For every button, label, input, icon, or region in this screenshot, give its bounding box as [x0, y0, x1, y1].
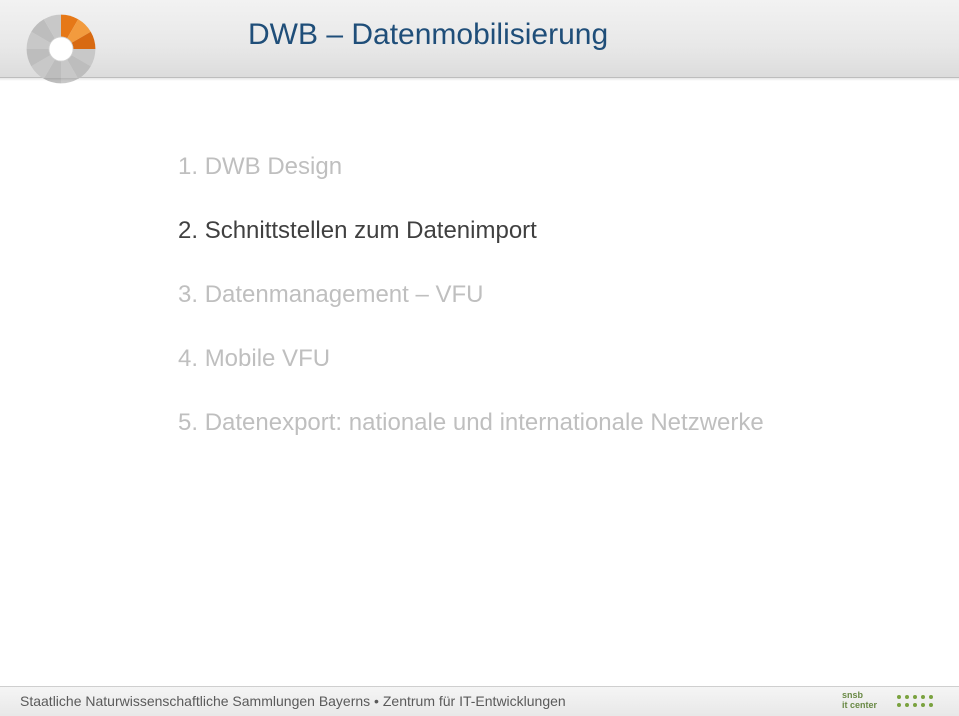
- list-item: 4. Mobile VFU: [178, 344, 838, 374]
- list-item-text: Schnittstellen zum Datenimport: [205, 217, 537, 244]
- list-item-text: DWB Design: [205, 153, 342, 180]
- list-item: 5. Datenexport: nationale und internatio…: [178, 408, 838, 438]
- footer-band: Staatliche Naturwissenschaftliche Sammlu…: [0, 686, 959, 716]
- list-item-number: 5.: [178, 409, 198, 436]
- footer-text: Staatliche Naturwissenschaftliche Sammlu…: [20, 693, 566, 709]
- footer-logo-line1: snsb: [842, 690, 863, 700]
- list-item-text: Mobile VFU: [205, 345, 330, 372]
- list-item-text: Datenexport: nationale und international…: [205, 409, 764, 436]
- footer-logo-line2: it center: [842, 700, 877, 710]
- footer-logo-text: snsb it center: [842, 691, 877, 711]
- list-item-number: 3.: [178, 281, 198, 308]
- slide-title: DWB – Datenmobilisierung: [248, 18, 608, 52]
- list-item-number: 4.: [178, 345, 198, 372]
- sunburst-logo-icon: [18, 6, 104, 92]
- list-item: 2. Schnittstellen zum Datenimport: [178, 216, 838, 246]
- list-item: 3. Datenmanagement – VFU: [178, 280, 838, 310]
- list-item-number: 2.: [178, 217, 198, 244]
- content-list: 1. DWB Design 2. Schnittstellen zum Date…: [178, 152, 838, 472]
- list-item: 1. DWB Design: [178, 152, 838, 182]
- header-band: DWB – Datenmobilisierung: [0, 0, 959, 78]
- list-item-number: 1.: [178, 153, 198, 180]
- list-item-text: Datenmanagement – VFU: [205, 281, 484, 308]
- slide: DWB – Datenmobilisierung 1. DWB Design 2…: [0, 0, 959, 716]
- snsb-footer-logo-icon: [881, 691, 939, 713]
